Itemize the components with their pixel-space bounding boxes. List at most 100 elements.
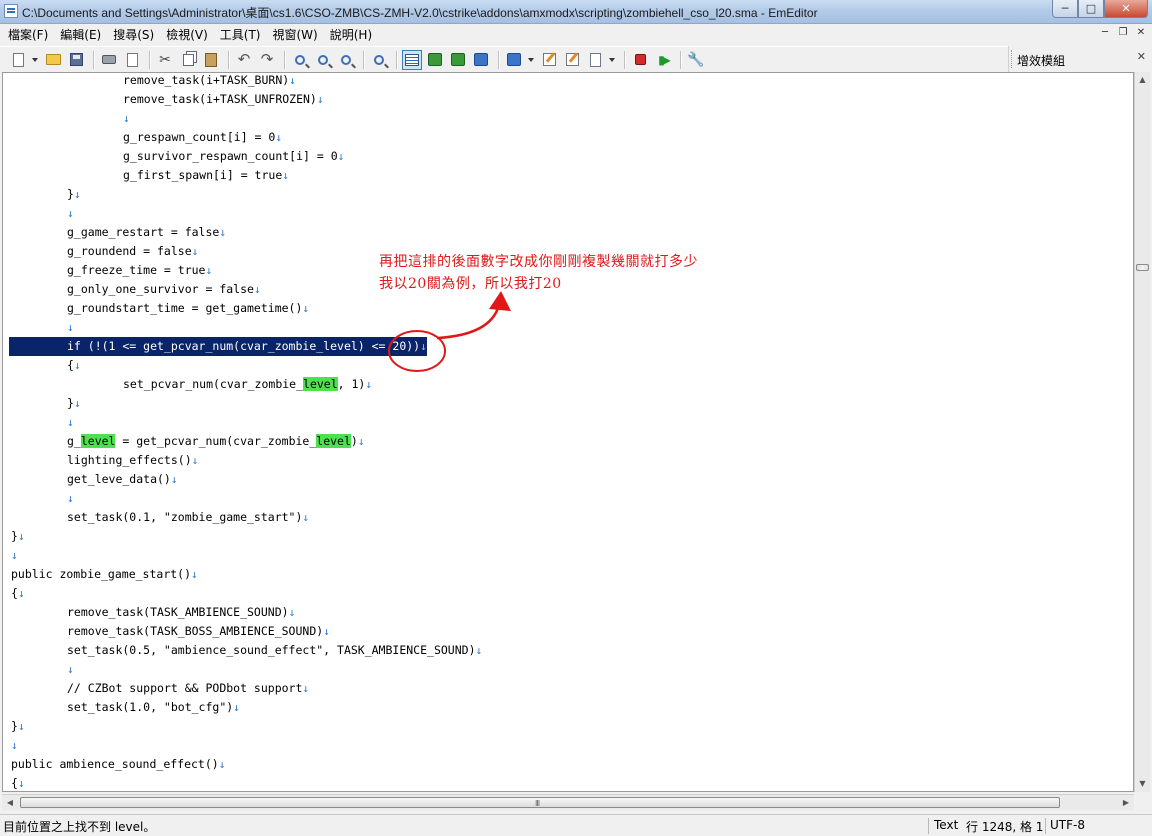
checklist-dropdown[interactable] <box>608 50 616 70</box>
status-separator <box>1045 818 1046 834</box>
code-line-selected[interactable]: if (!(1 <= get_pcvar_num(cvar_zombie_lev… <box>3 337 1131 356</box>
code-line[interactable]: ↓ <box>3 660 1131 679</box>
code-line[interactable]: ↓ <box>3 736 1131 755</box>
menu-search[interactable]: 搜尋(S) <box>107 26 160 43</box>
scroll-down-button[interactable]: ▼ <box>1135 776 1150 792</box>
stop-macro-button[interactable] <box>630 50 650 70</box>
vertical-scrollbar[interactable]: ▲ ▼ <box>1134 72 1150 792</box>
code-line[interactable]: ↓ <box>3 109 1131 128</box>
maximize-button[interactable]: □ <box>1078 0 1104 18</box>
new-file-dropdown[interactable] <box>31 50 39 70</box>
find-button[interactable] <box>290 50 310 70</box>
code-segment: set_task(0.1, "zombie_game_start") <box>67 510 303 524</box>
copy-button[interactable] <box>178 50 198 70</box>
scroll-left-button[interactable]: ◀ <box>2 795 18 810</box>
code-line[interactable]: remove_task(i+TASK_UNFROZEN)↓ <box>3 90 1131 109</box>
close-button[interactable]: ✕ <box>1104 0 1148 18</box>
status-encoding[interactable]: UTF-8 <box>1050 818 1085 832</box>
code-line[interactable]: ↓ <box>3 489 1131 508</box>
code-line[interactable]: get_leve_data()↓ <box>3 470 1131 489</box>
properties-button[interactable] <box>539 50 559 70</box>
code-line[interactable]: g_roundstart_time = get_gametime()↓ <box>3 299 1131 318</box>
code-line[interactable]: }↓ <box>3 527 1131 546</box>
paste-button[interactable] <box>201 50 221 70</box>
menu-edit[interactable]: 編輯(E) <box>54 26 107 43</box>
code-line[interactable]: set_task(0.5, "ambience_sound_effect", T… <box>3 641 1131 660</box>
code-line[interactable]: }↓ <box>3 717 1131 736</box>
minimize-button[interactable]: ─ <box>1052 0 1078 18</box>
code-line[interactable]: g_level = get_pcvar_num(cvar_zombie_leve… <box>3 432 1131 451</box>
code-line[interactable]: remove_task(i+TASK_BURN)↓ <box>3 73 1131 90</box>
refresh-button[interactable] <box>448 50 468 70</box>
code-line[interactable]: }↓ <box>3 185 1131 204</box>
tools-button[interactable]: 🔧 <box>686 50 706 70</box>
word-wrap-toggle[interactable] <box>402 49 422 70</box>
code-line[interactable]: {↓ <box>3 774 1131 791</box>
doc-restore-button[interactable]: ❐ <box>1116 27 1130 39</box>
open-file-button[interactable] <box>43 50 63 70</box>
code-line[interactable]: set_pcvar_num(cvar_zombie_level, 1)↓ <box>3 375 1131 394</box>
code-line[interactable]: ↓ <box>3 546 1131 565</box>
window-layout-button[interactable] <box>471 50 491 70</box>
emeditor-app-icon[interactable] <box>4 4 18 18</box>
doc-close-button[interactable]: ✕ <box>1134 27 1148 39</box>
find-next-button[interactable] <box>313 50 333 70</box>
undo-button[interactable]: ↶ <box>234 50 254 70</box>
code-line[interactable]: public zombie_game_start()↓ <box>3 565 1131 584</box>
save-button[interactable] <box>66 50 86 70</box>
menu-file[interactable]: 檔案(F) <box>2 26 54 43</box>
code-line[interactable]: g_game_restart = false↓ <box>3 223 1131 242</box>
code-line[interactable]: ↓ <box>3 204 1131 223</box>
code-line[interactable]: remove_task(TASK_BOSS_AMBIENCE_SOUND)↓ <box>3 622 1131 641</box>
code-line[interactable]: set_task(1.0, "bot_cfg")↓ <box>3 698 1131 717</box>
plugins-panel-close-button[interactable]: ✕ <box>1137 50 1146 63</box>
status-text-mode[interactable]: Text <box>934 818 958 832</box>
menu-window[interactable]: 視窗(W) <box>267 26 324 43</box>
code-line[interactable]: lighting_effects()↓ <box>3 451 1131 470</box>
scroll-up-button[interactable]: ▲ <box>1135 72 1150 88</box>
code-line[interactable]: g_only_one_survivor = false↓ <box>3 280 1131 299</box>
title-bar[interactable]: C:\Documents and Settings\Administrator\… <box>0 0 1152 24</box>
code-text: public ambience_sound_effect()↓ <box>11 755 225 774</box>
plugins-panel-title: 增效模組 <box>1017 54 1066 68</box>
status-cursor-position[interactable]: 行 1248, 格 1 <box>966 818 1043 835</box>
code-line[interactable]: ↓ <box>3 413 1131 432</box>
encoding-button[interactable] <box>504 50 524 70</box>
code-line[interactable]: public ambience_sound_effect()↓ <box>3 755 1131 774</box>
new-file-button[interactable] <box>8 50 28 70</box>
code-line[interactable]: }↓ <box>3 394 1131 413</box>
print-preview-button[interactable] <box>122 50 142 70</box>
view-mode-button[interactable] <box>425 50 445 70</box>
panel-grip-handle[interactable] <box>1011 50 1014 68</box>
code-line[interactable]: // CZBot support && PODbot support↓ <box>3 679 1131 698</box>
find-in-files-button[interactable] <box>369 50 389 70</box>
line-break-mark: ↓ <box>288 606 296 619</box>
vertical-scroll-thumb[interactable] <box>1136 264 1149 271</box>
print-button[interactable] <box>99 50 119 70</box>
code-line[interactable]: remove_task(TASK_AMBIENCE_SOUND)↓ <box>3 603 1131 622</box>
redo-button[interactable]: ↷ <box>257 50 277 70</box>
code-line[interactable]: g_first_spawn[i] = true↓ <box>3 166 1131 185</box>
customize-button[interactable] <box>562 50 582 70</box>
find-previous-button[interactable] <box>336 50 356 70</box>
code-line[interactable]: {↓ <box>3 356 1131 375</box>
scroll-right-button[interactable]: ▶ <box>1118 795 1134 810</box>
code-line[interactable]: g_survivor_respawn_count[i] = 0↓ <box>3 147 1131 166</box>
scroll-grip-icon: III <box>535 799 540 808</box>
text-editor-area[interactable]: remove_task(i+TASK_BURN)↓ remove_task(i+T… <box>2 72 1134 792</box>
code-line[interactable]: ↓ <box>3 318 1131 337</box>
menu-help[interactable]: 說明(H) <box>324 26 378 43</box>
doc-minimize-button[interactable]: ─ <box>1098 27 1112 39</box>
document-window-controls: ─ ❐ ✕ <box>1098 27 1148 39</box>
horizontal-scroll-thumb[interactable]: III <box>20 797 1060 808</box>
horizontal-scrollbar[interactable]: ◀ III ▶ <box>2 794 1134 810</box>
menu-view[interactable]: 檢視(V) <box>160 26 214 43</box>
cut-button[interactable]: ✂ <box>155 50 175 70</box>
code-line[interactable]: {↓ <box>3 584 1131 603</box>
encoding-dropdown[interactable] <box>527 50 535 70</box>
checklist-button[interactable] <box>585 50 605 70</box>
code-line[interactable]: g_respawn_count[i] = 0↓ <box>3 128 1131 147</box>
code-line[interactable]: set_task(0.1, "zombie_game_start")↓ <box>3 508 1131 527</box>
run-macro-button[interactable]: ▮▶ <box>653 50 673 70</box>
menu-tools[interactable]: 工具(T) <box>214 26 267 43</box>
